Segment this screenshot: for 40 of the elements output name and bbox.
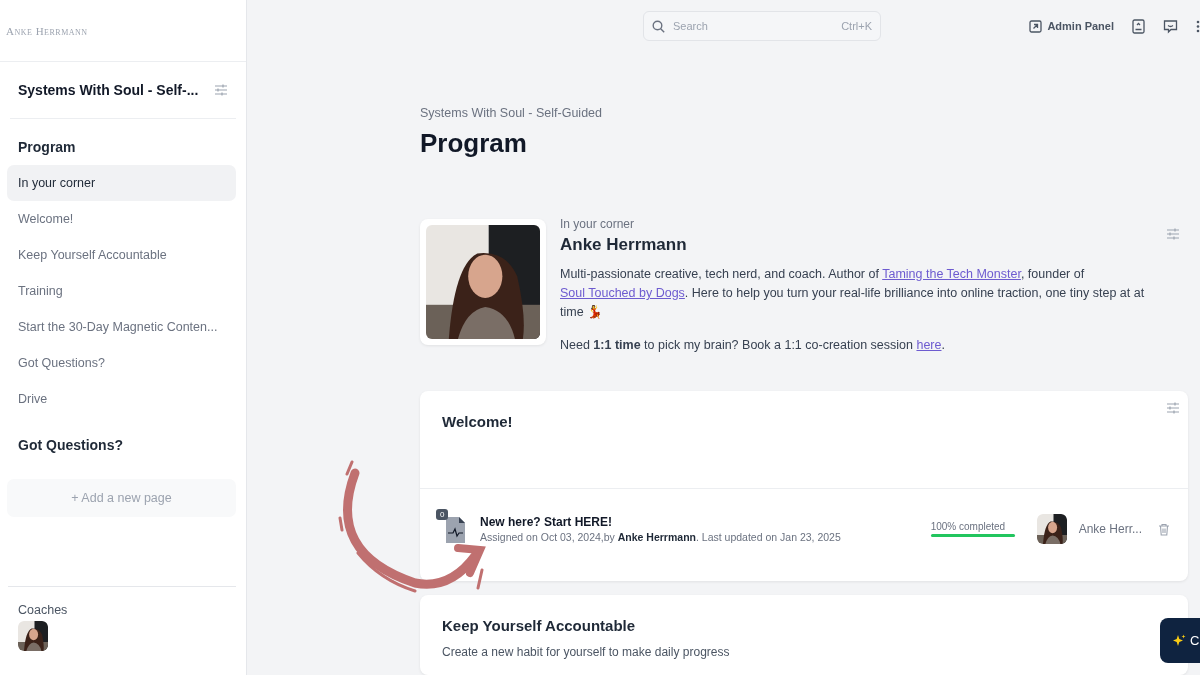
coach-bio: Multi-passionate creative, tech nerd, and coach. Author of Taming the Tech Monster, founder of Soul Touched by Dogs. Here to help you turn your real-life brilliance into online traction, one tiny step at at time 💃 [560, 266, 1146, 321]
sidebar-item[interactable]: Welcome! [7, 201, 236, 237]
breadcrumb: Systems With Soul - Self-Guided [420, 106, 603, 120]
link[interactable]: Soul Touched by Dogs [560, 286, 685, 300]
image-icon[interactable] [1132, 18, 1145, 34]
coach-name: Anke Herrmann [560, 235, 688, 255]
search-icon [652, 19, 665, 33]
assistant-button[interactable]: C [1160, 618, 1200, 663]
sidebar-item[interactable]: Keep Yourself Accountable [7, 237, 236, 273]
coach-bio: Need 1:1 time to pick my brain? Book a 1:1 co-creation session here. [560, 337, 946, 354]
sidebar-item[interactable]: Start the 30-Day Magnetic Conten... [7, 309, 236, 345]
shortcut-hint: Ctrl+K [841, 20, 872, 32]
logo[interactable]: Anke Herrmann [6, 24, 88, 37]
link[interactable]: Taming the Tech Monster [882, 267, 1021, 281]
section-label: In your corner [560, 217, 636, 231]
settings-icon[interactable] [1166, 227, 1180, 241]
sidebar-item[interactable]: Drive [7, 381, 236, 417]
course-title: Systems With Soul - Self-... [18, 82, 199, 98]
trash-icon[interactable] [1158, 522, 1170, 536]
card-description: Create a new habit for yourself to make daily progress [441, 644, 731, 659]
coaches-label: Coaches [18, 603, 69, 617]
admin-panel-link[interactable]: Admin Panel [1029, 19, 1114, 33]
section-heading[interactable]: Got Questions? [0, 417, 246, 463]
settings-icon[interactable] [1166, 401, 1180, 415]
assignee-name: Anke Herr... [1078, 522, 1142, 536]
progress-label: 100% completed [930, 521, 1007, 532]
card-title: Keep Yourself Accountable [442, 617, 636, 634]
settings-icon[interactable] [214, 83, 228, 97]
search-input[interactable]: Search [671, 19, 836, 33]
external-link-icon [1029, 19, 1043, 33]
count-badge: 0 [436, 509, 449, 520]
sidebar-item[interactable]: In your corner [7, 165, 236, 201]
section-heading[interactable]: Program [0, 119, 246, 165]
card-title: Welcome! [442, 413, 513, 430]
sidebar-item[interactable]: Training [7, 273, 236, 309]
sidebar-item[interactable]: Got Questions? [7, 345, 236, 381]
item-title[interactable]: New here? Start HERE! [480, 515, 919, 529]
feedback-icon[interactable] [1163, 18, 1178, 34]
item-meta: Assigned on Oct 03, 2024,by Anke Herrmann. Last updated on Jan 23, 2025 [480, 531, 842, 543]
page-title: Program [420, 128, 528, 159]
